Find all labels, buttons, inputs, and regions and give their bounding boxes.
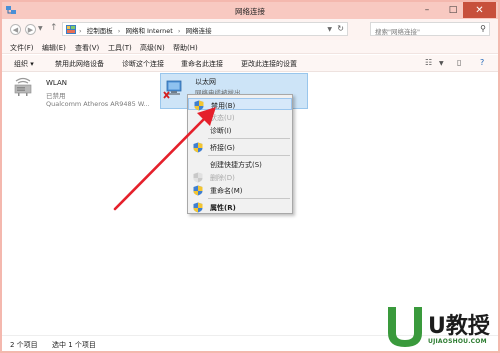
watermark-url: UJIAOSHOU.COM: [428, 338, 487, 345]
network-connections-window: 网络连接 – □ ✕ ◀ ▶ ▼ ↑ › 控制面板 › 网络和 Internet…: [0, 0, 500, 353]
item-count: 2 个项目: [10, 341, 38, 349]
watermark-title: U教授: [428, 314, 490, 339]
u-logo-icon: [388, 307, 422, 347]
selected-count: 选中 1 个项目: [52, 341, 96, 349]
watermark: U教授 UJIAOSHOU.COM: [384, 303, 500, 353]
red-arrow-annotation: [113, 107, 216, 211]
